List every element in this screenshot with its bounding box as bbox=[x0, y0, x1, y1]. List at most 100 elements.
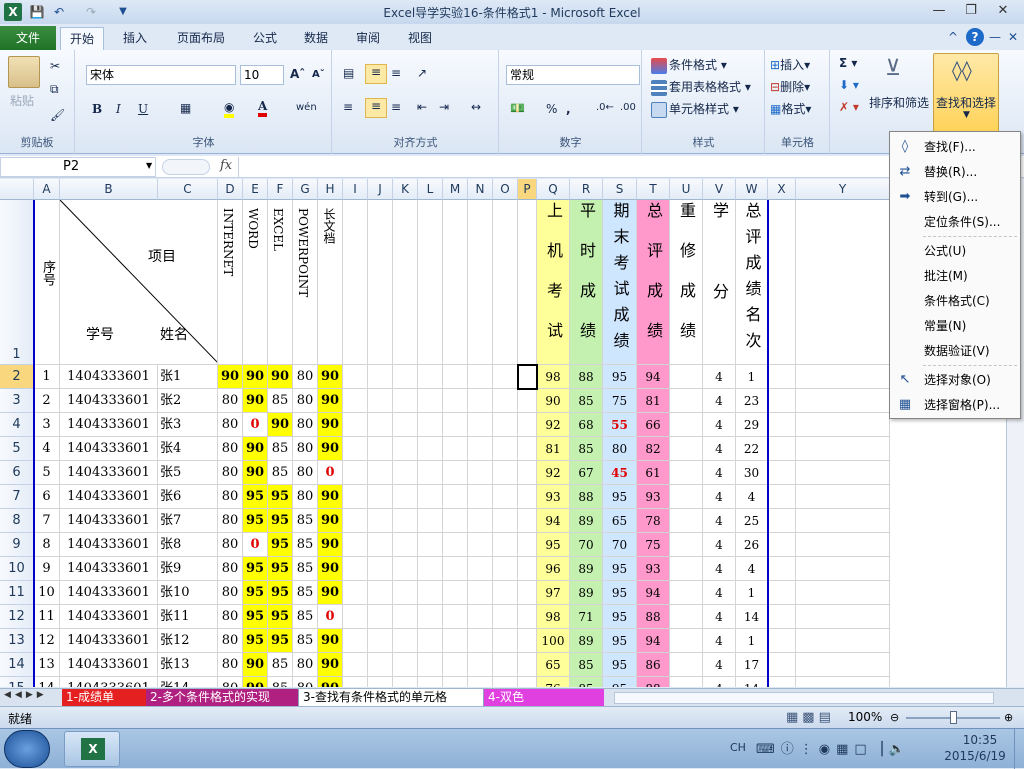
column-header-E[interactable]: E bbox=[243, 179, 268, 200]
cell-S3[interactable]: 75 bbox=[603, 389, 637, 413]
tab-file[interactable]: 文件 bbox=[0, 26, 56, 50]
cell-P4[interactable] bbox=[518, 413, 537, 437]
cell-O2[interactable] bbox=[493, 365, 518, 389]
row-header-2[interactable]: 2 bbox=[0, 365, 34, 389]
number-format-combo[interactable]: 常规 bbox=[506, 65, 640, 85]
cell-G13[interactable]: 85 bbox=[293, 629, 318, 653]
cell-X7[interactable] bbox=[768, 485, 796, 509]
name-box[interactable]: P2 bbox=[0, 157, 156, 177]
cell-F15[interactable]: 85 bbox=[268, 677, 293, 687]
cell-N7[interactable] bbox=[468, 485, 493, 509]
header-cell-E[interactable]: WORD bbox=[243, 200, 268, 365]
cell-J4[interactable] bbox=[368, 413, 393, 437]
cell-B2[interactable]: 1404333601 bbox=[60, 365, 158, 389]
cell-M10[interactable] bbox=[443, 557, 468, 581]
cell-T10[interactable]: 93 bbox=[637, 557, 670, 581]
show-desktop-button[interactable] bbox=[1014, 729, 1024, 769]
cell-W8[interactable]: 25 bbox=[736, 509, 768, 533]
cell-I7[interactable] bbox=[343, 485, 368, 509]
cell-U12[interactable] bbox=[670, 605, 703, 629]
worksheet-grid[interactable]: ABCDEFGHIJKLMNOPQRSTUVWXY 1 2 3 4 5 6 7 8 9 10 11 1… bbox=[0, 179, 1024, 687]
cell-V2[interactable]: 4 bbox=[703, 365, 736, 389]
cell-G6[interactable]: 80 bbox=[293, 461, 318, 485]
cell-A4[interactable]: 3 bbox=[34, 413, 60, 437]
cell-T2[interactable]: 94 bbox=[637, 365, 670, 389]
cell-P9[interactable] bbox=[518, 533, 537, 557]
format-painter-icon[interactable]: 🖌 bbox=[50, 108, 65, 122]
font-name-combo[interactable]: 宋体 bbox=[86, 65, 236, 85]
cell-F2[interactable]: 90 bbox=[268, 365, 293, 389]
cell-P15[interactable] bbox=[518, 677, 537, 687]
menu-item-7[interactable]: 常量(N) bbox=[891, 314, 1019, 338]
sheet-tab-3[interactable]: 3-查找有条件格式的单元格 bbox=[298, 689, 484, 707]
cell-F4[interactable]: 90 bbox=[268, 413, 293, 437]
minimize-button[interactable]: — bbox=[926, 2, 952, 20]
column-header-X[interactable]: X bbox=[768, 179, 796, 200]
cell-T8[interactable]: 78 bbox=[637, 509, 670, 533]
cell-Q9[interactable]: 95 bbox=[537, 533, 570, 557]
header-cell-N[interactable] bbox=[468, 200, 493, 365]
cell-I14[interactable] bbox=[343, 653, 368, 677]
cell-Y10[interactable] bbox=[796, 557, 890, 581]
cell-O5[interactable] bbox=[493, 437, 518, 461]
cell-B7[interactable]: 1404333601 bbox=[60, 485, 158, 509]
paste-button[interactable]: 粘贴 bbox=[10, 92, 34, 109]
cell-O8[interactable] bbox=[493, 509, 518, 533]
cell-P10[interactable] bbox=[518, 557, 537, 581]
cell-L10[interactable] bbox=[418, 557, 443, 581]
font-color-icon[interactable]: A bbox=[258, 99, 268, 117]
cell-A3[interactable]: 2 bbox=[34, 389, 60, 413]
column-header-T[interactable]: T bbox=[637, 179, 670, 200]
autosum-icon[interactable]: Σ ▾ bbox=[839, 56, 857, 70]
table-format-button[interactable]: 套用表格格式 ▾ bbox=[651, 78, 751, 96]
column-header-W[interactable]: W bbox=[736, 179, 768, 200]
cell-F12[interactable]: 95 bbox=[268, 605, 293, 629]
header-cell-Q[interactable]: 上机考试 bbox=[537, 200, 570, 365]
header-cell-V[interactable]: 学分 bbox=[703, 200, 736, 365]
cell-M11[interactable] bbox=[443, 581, 468, 605]
cell-K12[interactable] bbox=[393, 605, 418, 629]
row-header-13[interactable]: 13 bbox=[0, 629, 34, 653]
cell-O14[interactable] bbox=[493, 653, 518, 677]
cell-D12[interactable]: 80 bbox=[218, 605, 243, 629]
cell-R2[interactable]: 88 bbox=[570, 365, 603, 389]
cell-J15[interactable] bbox=[368, 677, 393, 687]
taskbar-excel-button[interactable]: X bbox=[64, 731, 120, 767]
cell-E3[interactable]: 90 bbox=[243, 389, 268, 413]
cell-X14[interactable] bbox=[768, 653, 796, 677]
cell-I4[interactable] bbox=[343, 413, 368, 437]
cell-P12[interactable] bbox=[518, 605, 537, 629]
cell-N3[interactable] bbox=[468, 389, 493, 413]
cell-K15[interactable] bbox=[393, 677, 418, 687]
cell-S15[interactable]: 95 bbox=[603, 677, 637, 687]
decrease-indent-icon[interactable]: ⇤ bbox=[417, 100, 427, 114]
cell-O10[interactable] bbox=[493, 557, 518, 581]
cell-G14[interactable]: 80 bbox=[293, 653, 318, 677]
cell-X10[interactable] bbox=[768, 557, 796, 581]
language-indicator[interactable]: CH bbox=[730, 741, 746, 754]
cell-K7[interactable] bbox=[393, 485, 418, 509]
cell-S14[interactable]: 95 bbox=[603, 653, 637, 677]
cell-G3[interactable]: 80 bbox=[293, 389, 318, 413]
cell-H7[interactable]: 90 bbox=[318, 485, 343, 509]
cell-B3[interactable]: 1404333601 bbox=[60, 389, 158, 413]
cell-A15[interactable]: 14 bbox=[34, 677, 60, 687]
cell-J5[interactable] bbox=[368, 437, 393, 461]
cell-H12[interactable]: 0 bbox=[318, 605, 343, 629]
cell-I12[interactable] bbox=[343, 605, 368, 629]
cell-U14[interactable] bbox=[670, 653, 703, 677]
cell-B4[interactable]: 1404333601 bbox=[60, 413, 158, 437]
cell-X13[interactable] bbox=[768, 629, 796, 653]
header-cell-J[interactable] bbox=[368, 200, 393, 365]
cell-C12[interactable]: 张11 bbox=[158, 605, 218, 629]
cell-D13[interactable]: 80 bbox=[218, 629, 243, 653]
cell-H2[interactable]: 90 bbox=[318, 365, 343, 389]
cell-E15[interactable]: 90 bbox=[243, 677, 268, 687]
cell-V12[interactable]: 4 bbox=[703, 605, 736, 629]
column-header-M[interactable]: M bbox=[443, 179, 468, 200]
cell-X9[interactable] bbox=[768, 533, 796, 557]
decrease-decimal-icon[interactable]: .00 bbox=[620, 102, 636, 113]
cell-K3[interactable] bbox=[393, 389, 418, 413]
insert-cells-button[interactable]: ⊞插入▾ bbox=[770, 56, 810, 73]
phonetic-icon[interactable]: wén bbox=[296, 102, 317, 113]
